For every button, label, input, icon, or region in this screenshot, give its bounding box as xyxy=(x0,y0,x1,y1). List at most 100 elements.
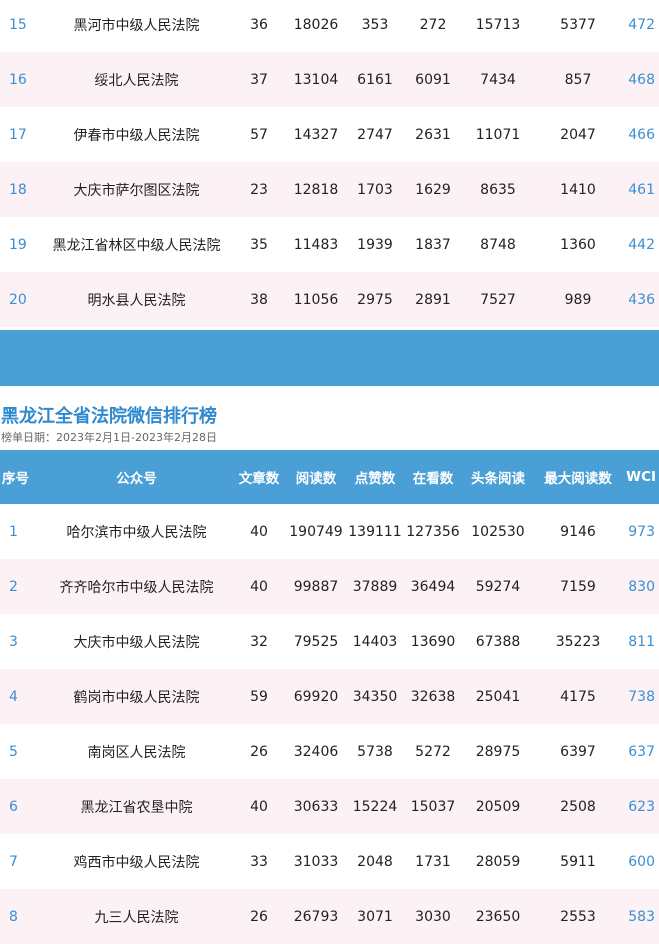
cell-watching: 6091 xyxy=(415,71,451,88)
cell-rank: 20 xyxy=(9,291,27,308)
cell-articles: 26 xyxy=(250,908,268,925)
cell-max-read: 6397 xyxy=(560,743,596,760)
cell-reads: 69920 xyxy=(293,688,339,705)
cell-watching: 32638 xyxy=(410,688,456,705)
cell-likes: 353 xyxy=(361,16,389,33)
cell-reads: 13104 xyxy=(293,71,339,88)
cell-headline: 7434 xyxy=(480,71,516,88)
section-divider-band xyxy=(0,330,659,386)
cell-rank: 8 xyxy=(9,908,18,925)
cell-name: 黑河市中级人民法院 xyxy=(73,17,200,34)
cell-likes: 2747 xyxy=(357,126,393,143)
cell-wci: 442 xyxy=(628,236,655,253)
cell-reads: 14327 xyxy=(293,126,339,143)
cell-rank: 6 xyxy=(9,798,18,815)
cell-max-read: 35223 xyxy=(555,633,601,650)
cell-headline: 15713 xyxy=(475,16,521,33)
cell-headline: 67388 xyxy=(475,633,521,650)
ranking-table-continued: 15 黑河市中级人民法院 36 18026 353 272 15713 5377 472 16 绥北… xyxy=(0,0,659,327)
cell-wci: 461 xyxy=(628,181,655,198)
cell-likes: 1939 xyxy=(357,236,393,253)
cell-headline: 23650 xyxy=(475,908,521,925)
cell-watching: 1837 xyxy=(415,236,451,253)
cell-articles: 33 xyxy=(250,853,268,870)
table-row: 18 大庆市萨尔图区法院 23 12818 1703 1629 8635 1410 461 xyxy=(0,162,659,217)
cell-max-read: 989 xyxy=(564,291,592,308)
cell-rank: 4 xyxy=(9,688,18,705)
cell-rank: 7 xyxy=(9,853,18,870)
cell-name: 九三人民法院 xyxy=(94,909,179,926)
table-row: 15 黑河市中级人民法院 36 18026 353 272 15713 5377 472 xyxy=(0,0,659,52)
cell-likes: 37889 xyxy=(352,578,398,595)
cell-watching: 3030 xyxy=(415,908,451,925)
header-rank: 序号 xyxy=(2,471,29,487)
cell-name: 大庆市萨尔图区法院 xyxy=(73,182,200,199)
cell-max-read: 5377 xyxy=(560,16,596,33)
cell-max-read: 7159 xyxy=(560,578,596,595)
cell-wci: 811 xyxy=(628,633,655,650)
cell-headline: 8748 xyxy=(480,236,516,253)
cell-articles: 26 xyxy=(250,743,268,760)
cell-likes: 15224 xyxy=(352,798,398,815)
cell-rank: 3 xyxy=(9,633,18,650)
cell-headline: 11071 xyxy=(475,126,521,143)
cell-reads: 12818 xyxy=(293,181,339,198)
cell-headline: 20509 xyxy=(475,798,521,815)
cell-reads: 11056 xyxy=(293,291,339,308)
cell-max-read: 857 xyxy=(564,71,592,88)
cell-articles: 40 xyxy=(250,523,268,540)
cell-rank: 5 xyxy=(9,743,18,760)
cell-headline: 7527 xyxy=(480,291,516,308)
cell-name: 伊春市中级人民法院 xyxy=(73,127,200,144)
cell-wci: 468 xyxy=(628,71,655,88)
cell-wci: 738 xyxy=(628,688,655,705)
header-likes: 点赞数 xyxy=(354,471,396,487)
table-row: 4 鹤岗市中级人民法院 59 69920 34350 32638 25041 4175 738 xyxy=(0,669,659,724)
cell-rank: 2 xyxy=(9,578,18,595)
cell-name: 黑龙江省农垦中院 xyxy=(80,799,193,816)
cell-max-read: 5911 xyxy=(560,853,596,870)
table-row: 16 绥北人民法院 37 13104 6161 6091 7434 857 468 xyxy=(0,52,659,107)
cell-reads: 18026 xyxy=(293,16,339,33)
header-max-reads: 最大阅读数 xyxy=(544,471,612,487)
ranking-date-range: 榜单日期：2023年2月1日-2023年2月28日 xyxy=(1,431,217,444)
cell-likes: 14403 xyxy=(352,633,398,650)
cell-articles: 36 xyxy=(250,16,268,33)
cell-likes: 6161 xyxy=(357,71,393,88)
table-row: 7 鸡西市中级人民法院 33 31033 2048 1731 28059 5911 600 xyxy=(0,834,659,889)
cell-name: 绥北人民法院 xyxy=(94,72,179,89)
header-headline-reads: 头条阅读 xyxy=(471,471,525,487)
cell-wci: 583 xyxy=(628,908,655,925)
cell-articles: 35 xyxy=(250,236,268,253)
cell-reads: 31033 xyxy=(293,853,339,870)
cell-watching: 2631 xyxy=(415,126,451,143)
table-row: 5 南岗区人民法院 26 32406 5738 5272 28975 6397 637 xyxy=(0,724,659,779)
cell-likes: 2975 xyxy=(357,291,393,308)
cell-name: 齐齐哈尔市中级人民法院 xyxy=(59,579,214,596)
cell-name: 鸡西市中级人民法院 xyxy=(73,854,200,871)
cell-max-read: 2508 xyxy=(560,798,596,815)
cell-wci: 973 xyxy=(628,523,655,540)
cell-headline: 59274 xyxy=(475,578,521,595)
header-reads: 阅读数 xyxy=(295,471,337,487)
cell-articles: 38 xyxy=(250,291,268,308)
cell-headline: 28059 xyxy=(475,853,521,870)
cell-watching: 272 xyxy=(419,16,447,33)
cell-headline: 25041 xyxy=(475,688,521,705)
table-row: 2 齐齐哈尔市中级人民法院 40 99887 37889 36494 59274 7159 83… xyxy=(0,559,659,614)
cell-likes: 5738 xyxy=(357,743,393,760)
cell-max-read: 9146 xyxy=(560,523,596,540)
header-articles: 文章数 xyxy=(238,471,280,487)
cell-watching: 2891 xyxy=(415,291,451,308)
cell-rank: 19 xyxy=(9,236,27,253)
cell-name: 大庆市中级人民法院 xyxy=(73,634,200,651)
table-row: 6 黑龙江省农垦中院 40 30633 15224 15037 20509 2508 623 xyxy=(0,779,659,834)
cell-rank: 17 xyxy=(9,126,27,143)
cell-articles: 57 xyxy=(250,126,268,143)
table-row: 20 明水县人民法院 38 11056 2975 2891 7527 989 436 xyxy=(0,272,659,327)
cell-max-read: 4175 xyxy=(560,688,596,705)
cell-articles: 40 xyxy=(250,798,268,815)
cell-headline: 102530 xyxy=(471,523,525,540)
cell-wci: 436 xyxy=(628,291,655,308)
table-row: 3 大庆市中级人民法院 32 79525 14403 13690 67388 35223 811 xyxy=(0,614,659,669)
